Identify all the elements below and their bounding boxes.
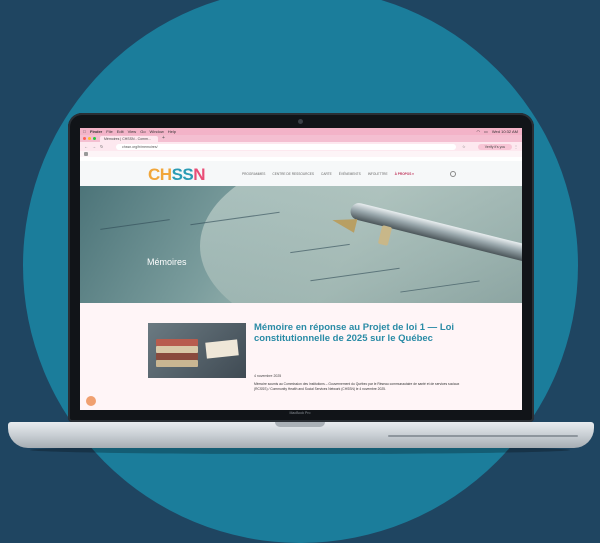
- window-zoom-icon[interactable]: [93, 137, 96, 140]
- laptop-base: [8, 422, 594, 448]
- menu-item-view[interactable]: View: [128, 129, 137, 134]
- hero-banner: Mémoires: [80, 186, 522, 303]
- nav-centre-ressources[interactable]: CENTRE DE RESSOURCES: [272, 172, 314, 176]
- book-image: [156, 346, 198, 353]
- bookmarks-icon[interactable]: [84, 152, 88, 156]
- address-bar[interactable]: chssn.org/fr/memoires/: [116, 143, 456, 150]
- reload-icon[interactable]: ↻: [100, 144, 103, 149]
- search-icon[interactable]: [450, 171, 456, 177]
- forward-icon[interactable]: →: [92, 144, 96, 149]
- battery-icon[interactable]: ▭: [484, 129, 488, 134]
- menu-item-edit[interactable]: Edit: [117, 129, 124, 134]
- laptop-lid:  Finder File Edit View Go Window Help ◠…: [68, 113, 534, 422]
- window-minimize-icon[interactable]: [88, 137, 91, 140]
- nav-evenements[interactable]: ÉVÉNEMENTS: [339, 172, 361, 176]
- menu-item-finder[interactable]: Finder: [90, 129, 102, 134]
- menu-item-file[interactable]: File: [106, 129, 112, 134]
- wifi-icon[interactable]: ◠: [477, 129, 481, 134]
- laptop-notch: [275, 422, 325, 427]
- camera-icon: [298, 119, 303, 124]
- article-excerpt: Mémoire soumis au Commission des Institu…: [254, 382, 460, 391]
- nav-programmes[interactable]: PROGRAMMES: [242, 172, 265, 176]
- site-nav: PROGRAMMES CENTRE DE RESSOURCES CARTE ÉV…: [242, 172, 414, 176]
- menu-item-help[interactable]: Help: [168, 129, 176, 134]
- nav-carte[interactable]: CARTE: [321, 172, 332, 176]
- site-logo[interactable]: CHSSN: [148, 165, 206, 185]
- apple-icon[interactable]: : [83, 129, 86, 134]
- laptop-screen:  Finder File Edit View Go Window Help ◠…: [80, 128, 522, 410]
- star-icon[interactable]: ☆: [462, 144, 466, 149]
- os-clock[interactable]: Wed 10:32 AM: [492, 129, 522, 134]
- book-image: [156, 339, 198, 346]
- article-date: 4 novembre 2025: [254, 374, 282, 378]
- handwriting-line: [100, 219, 170, 230]
- menu-item-go[interactable]: Go: [140, 129, 145, 134]
- laptop-edge-line: [388, 435, 578, 437]
- book-image: [156, 360, 198, 367]
- nav-a-propos[interactable]: À PROPOS ▾: [395, 172, 414, 176]
- laptop-model-label: MacBook Pro: [289, 411, 311, 415]
- article-thumbnail[interactable]: [148, 323, 246, 378]
- scroll-top-button[interactable]: [86, 396, 96, 406]
- article-list: Mémoire en réponse au Projet de loi 1 — …: [80, 303, 522, 410]
- site-header: CHSSN PROGRAMMES CENTRE DE RESSOURCES CA…: [80, 161, 522, 187]
- window-close-icon[interactable]: [83, 137, 86, 140]
- article-title-link[interactable]: Mémoire en réponse au Projet de loi 1 — …: [254, 322, 464, 344]
- back-icon[interactable]: ←: [84, 144, 88, 149]
- page-title: Mémoires: [147, 257, 187, 267]
- menu-item-window[interactable]: Window: [150, 129, 164, 134]
- new-tab-icon[interactable]: +: [162, 135, 165, 141]
- browser-toolbar: ← → ↻ chssn.org/fr/memoires/ ☆ Verify it…: [80, 142, 522, 151]
- os-menubar:  Finder File Edit View Go Window Help ◠…: [80, 128, 522, 135]
- nav-infolettre[interactable]: INFOLETTRE: [368, 172, 388, 176]
- menu-icon[interactable]: ⋮: [514, 144, 518, 149]
- profile-button[interactable]: Verify it's you: [478, 143, 512, 150]
- browser-tabstrip: Mémoires | CHSSN - Comm... +: [80, 135, 522, 142]
- paper-image: [205, 339, 239, 359]
- book-image: [156, 353, 198, 360]
